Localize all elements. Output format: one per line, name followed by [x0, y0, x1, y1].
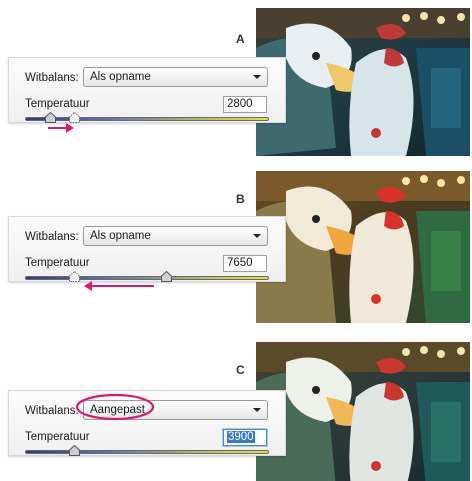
temperature-input[interactable]: 2800: [223, 96, 267, 113]
temperature-input[interactable]: 3900: [223, 429, 267, 446]
label-b: B: [236, 192, 245, 206]
chevron-down-icon: [253, 408, 261, 412]
temperature-input-value: 2800: [227, 98, 253, 110]
white-balance-panel: Witbalans: Als opname Temperatuur 2800: [8, 57, 286, 123]
temperature-input[interactable]: 7650: [223, 255, 267, 272]
temperature-slider[interactable]: [25, 112, 269, 123]
temperature-input-value: 3900: [227, 431, 255, 443]
chevron-down-icon: [253, 75, 261, 79]
white-balance-select[interactable]: Als opname: [83, 226, 268, 246]
label-c: C: [236, 363, 245, 377]
white-balance-select-value: Als opname: [90, 230, 151, 242]
white-balance-select[interactable]: Als opname: [83, 67, 268, 87]
label-a: A: [236, 32, 245, 46]
temperature-label: Temperatuur: [25, 431, 90, 443]
drag-left-arrow: [84, 281, 154, 291]
highlight-ellipse: [75, 393, 155, 421]
white-balance-label: Witbalans:: [25, 72, 79, 84]
white-balance-label: Witbalans:: [25, 405, 79, 417]
slider-thumb[interactable]: [161, 271, 173, 282]
example-c: C Witbalans: Aangepast Temperatuur 3900: [0, 334, 472, 481]
example-b: B Witbalans: Als opname Temperatuur 7650: [0, 163, 472, 323]
white-balance-label: Witbalans:: [25, 231, 79, 243]
slider-ghost-thumb: [69, 271, 81, 282]
carousel-photo-c: [256, 342, 470, 481]
drag-right-arrow: [48, 123, 74, 133]
temperature-label: Temperatuur: [25, 98, 90, 110]
slider-thumb[interactable]: [69, 445, 81, 456]
white-balance-panel: Witbalans: Als opname Temperatuur 7650: [8, 216, 286, 282]
white-balance-select-value: Als opname: [90, 71, 151, 83]
chevron-down-icon: [253, 234, 261, 238]
carousel-photo-a: [256, 8, 470, 156]
example-a: A Witbalans: Als opname Temperatuur 2800: [0, 0, 472, 160]
temperature-input-value: 7650: [227, 257, 253, 269]
temperature-label: Temperatuur: [25, 257, 90, 269]
carousel-photo-b: [256, 171, 470, 323]
temperature-slider[interactable]: [25, 445, 269, 456]
